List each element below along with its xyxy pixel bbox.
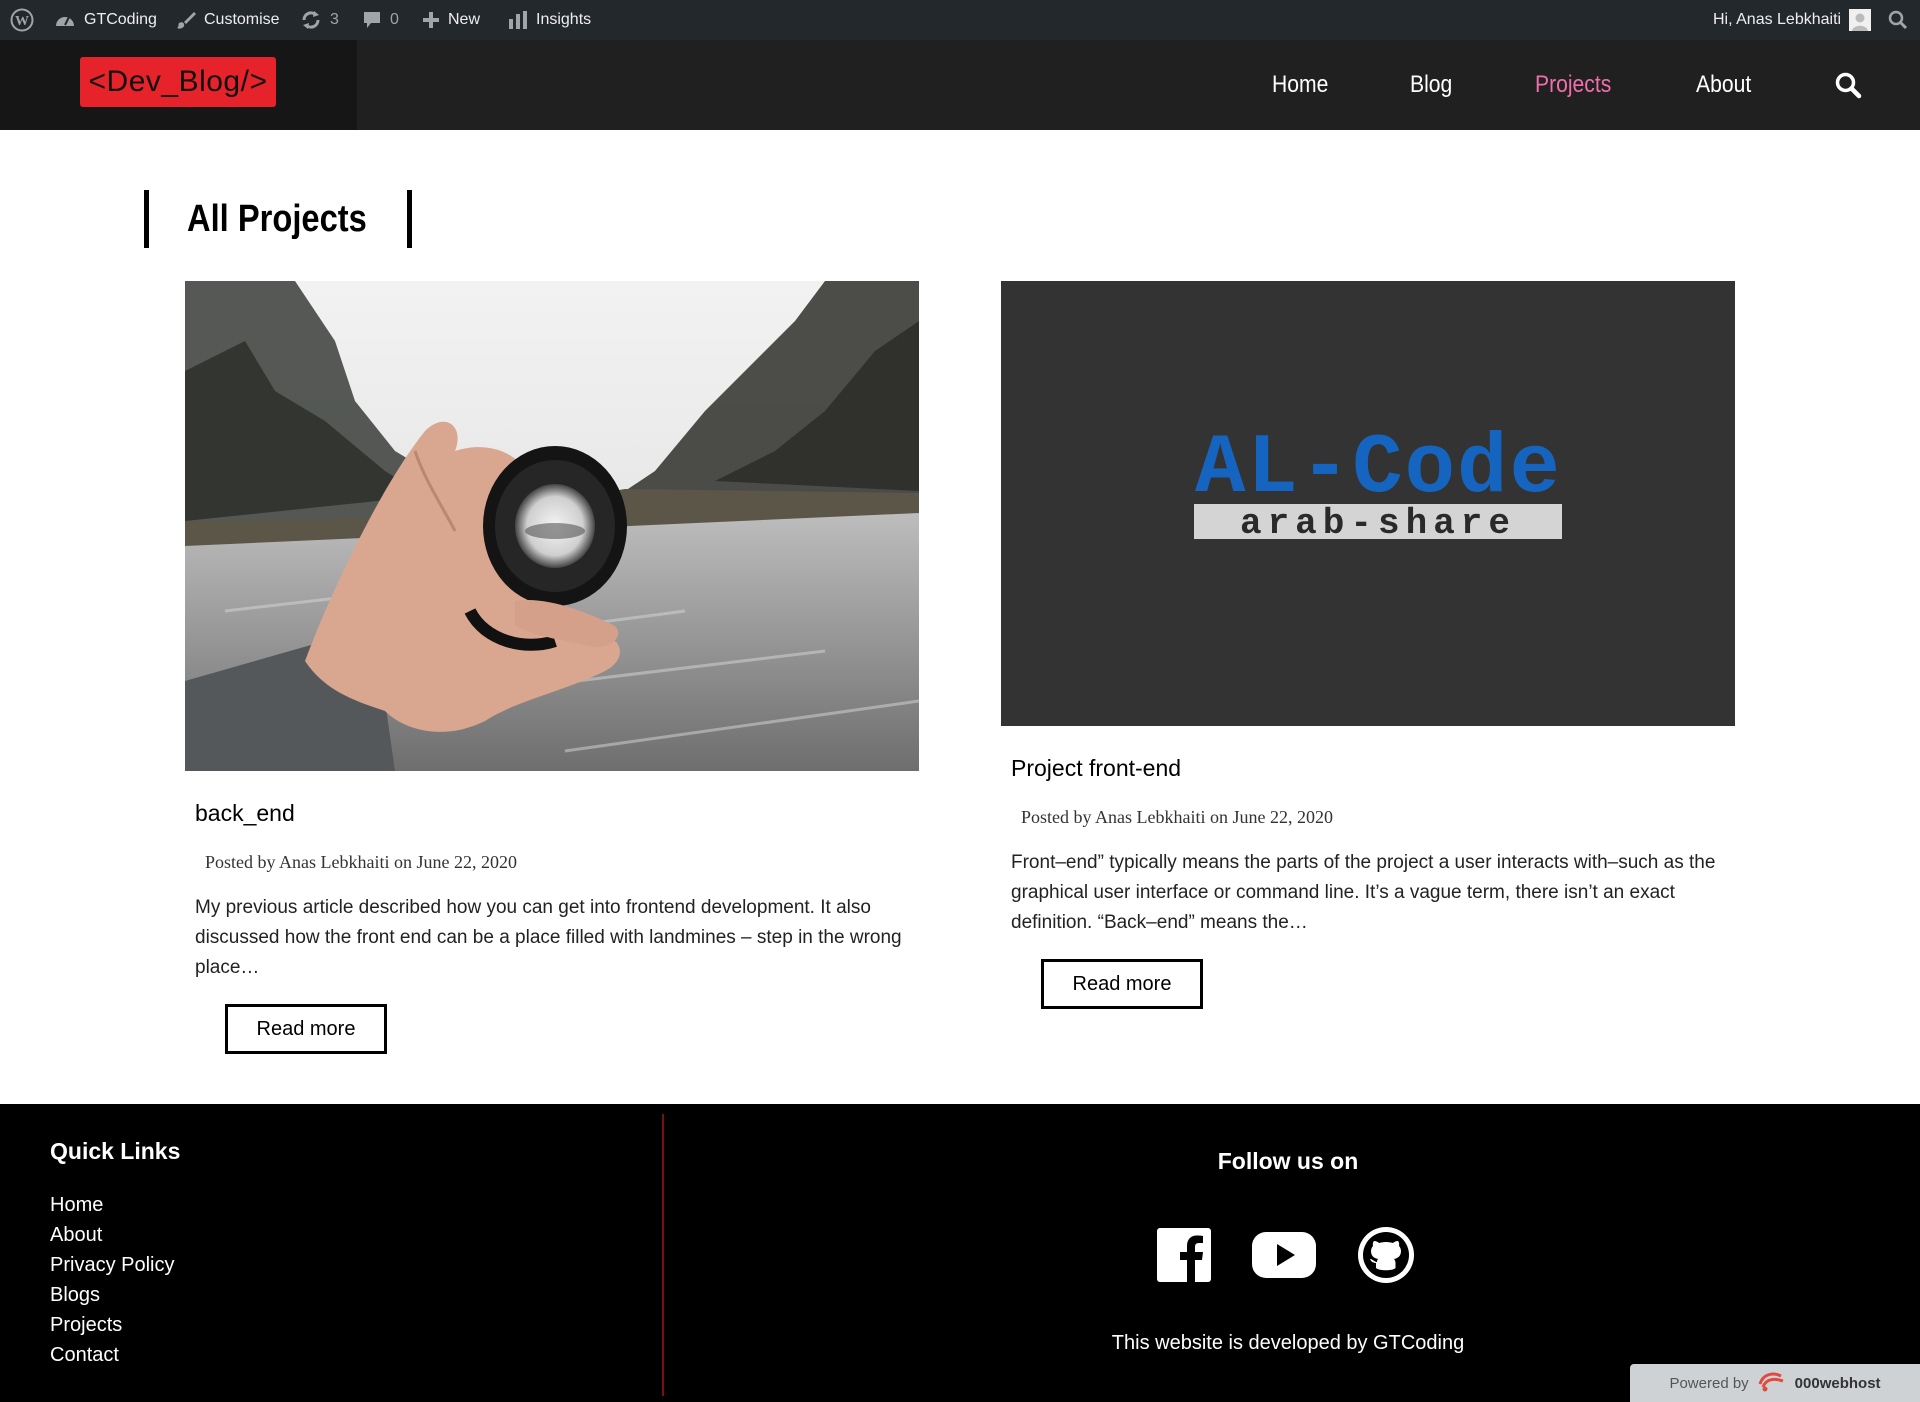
updates-link[interactable]: 3	[300, 0, 339, 40]
quick-links-title: Quick Links	[50, 1138, 181, 1164]
plus-icon	[422, 11, 440, 29]
updates-icon	[300, 10, 322, 30]
dashboard-icon	[54, 10, 76, 30]
comments-count: 0	[390, 11, 399, 28]
post-title[interactable]: Project front-end	[1011, 755, 1181, 782]
post-image-front-end[interactable]: AL-Code arab-share	[1001, 281, 1735, 726]
footer-link-blogs[interactable]: Blogs	[50, 1280, 174, 1310]
image-logo-subtext: arab-share	[1240, 503, 1516, 544]
comment-icon	[362, 10, 382, 30]
powered-by-brand: 000webhost	[1794, 1374, 1881, 1392]
new-content-link[interactable]: New	[422, 0, 480, 40]
brush-icon	[176, 10, 196, 30]
bar-chart-icon	[508, 10, 528, 30]
site-footer: Quick Links Home About Privacy Policy Bl…	[0, 1104, 1920, 1402]
admin-search[interactable]	[1888, 0, 1908, 40]
admin-bar: W GTCoding Customise 3 0 New Insights Hi…	[0, 0, 1920, 40]
site-name-menu[interactable]: GTCoding	[54, 0, 157, 40]
footer-link-projects[interactable]: Projects	[50, 1310, 174, 1340]
powered-by-badge[interactable]: Powered by 000webhost	[1630, 1364, 1920, 1402]
post-title[interactable]: back_end	[195, 800, 295, 827]
post-excerpt: My previous article described how you ca…	[195, 897, 902, 978]
insights-link[interactable]: Insights	[508, 0, 591, 40]
nav-blog[interactable]: Blog	[1410, 40, 1452, 130]
site-name-label: GTCoding	[84, 11, 157, 28]
new-label: New	[448, 11, 481, 28]
footer-link-contact[interactable]: Contact	[50, 1340, 174, 1370]
nav-projects[interactable]: Projects	[1535, 40, 1611, 130]
site-header: <Dev_Blog/> Home Blog Projects About	[0, 40, 1920, 130]
nav-about[interactable]: About	[1696, 40, 1751, 130]
wordpress-logo[interactable]: W	[10, 0, 34, 40]
read-more-button[interactable]: Read more	[225, 1004, 387, 1054]
quick-links-list: Home About Privacy Policy Blogs Projects…	[50, 1190, 174, 1370]
nav-home[interactable]: Home	[1272, 40, 1328, 130]
webhost-logo-icon	[1757, 1370, 1787, 1396]
svg-text:W: W	[15, 14, 29, 29]
powered-by-label: Powered by	[1669, 1374, 1749, 1392]
account-menu[interactable]: Hi, Anas Lebkhaiti	[1713, 0, 1872, 40]
follow-title: Follow us on	[1217, 1148, 1359, 1174]
footer-link-about[interactable]: About	[50, 1220, 174, 1250]
site-logo[interactable]: <Dev_Blog/>	[80, 57, 276, 107]
page-title: All Projects	[187, 197, 367, 240]
comments-link[interactable]: 0	[362, 0, 399, 40]
wordpress-icon: W	[10, 8, 34, 32]
facebook-icon[interactable]	[1155, 1226, 1213, 1284]
updates-count: 3	[330, 11, 339, 28]
insights-label: Insights	[536, 11, 592, 28]
post-excerpt: Front–end” typically means the parts of …	[1011, 852, 1716, 933]
post-image-back-end[interactable]	[185, 281, 919, 771]
youtube-icon[interactable]	[1250, 1226, 1318, 1284]
read-more-button[interactable]: Read more	[1041, 959, 1203, 1009]
customise-label: Customise	[204, 11, 280, 28]
post-meta: Posted by Anas Lebkhaiti on June 22, 202…	[1021, 807, 1333, 827]
greeting-label: Hi, Anas Lebkhaiti	[1713, 11, 1842, 28]
search-icon	[1888, 10, 1908, 30]
avatar	[1849, 9, 1872, 31]
github-icon[interactable]	[1357, 1226, 1415, 1284]
footer-divider	[662, 1114, 664, 1396]
developer-credit: This website is developed by GTCoding	[1111, 1332, 1465, 1354]
post-meta: Posted by Anas Lebkhaiti on June 22, 202…	[205, 852, 517, 872]
search-icon[interactable]	[1834, 71, 1862, 99]
footer-link-privacy[interactable]: Privacy Policy	[50, 1250, 174, 1280]
section-title: All Projects	[144, 190, 412, 248]
customise-link[interactable]: Customise	[176, 0, 280, 40]
footer-link-home[interactable]: Home	[50, 1190, 174, 1220]
